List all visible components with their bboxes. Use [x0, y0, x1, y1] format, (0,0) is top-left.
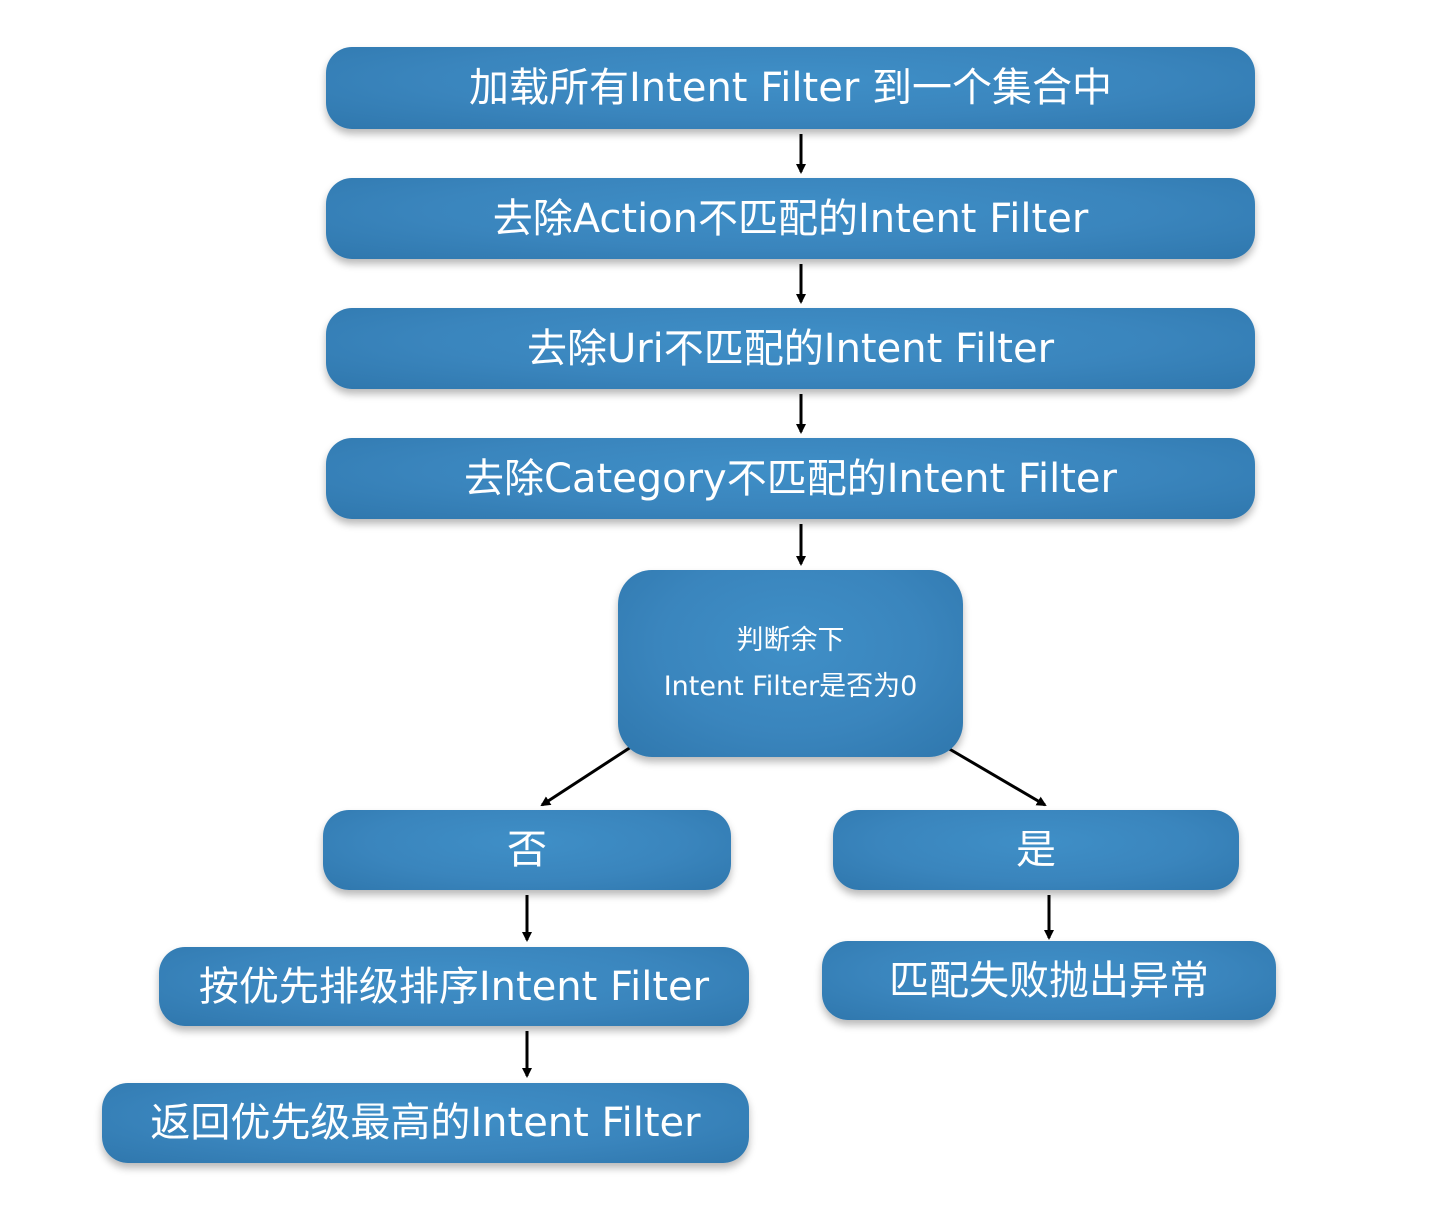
- node-decision-line1: 判断余下: [736, 624, 845, 656]
- node-branch-yes-label: 是: [1016, 827, 1056, 873]
- node-remove-category-mismatch: 去除Category不匹配的Intent Filter: [326, 438, 1255, 519]
- node-remove-action-mismatch: 去除Action不匹配的Intent Filter: [326, 178, 1255, 259]
- node-sort-by-priority: 按优先排级排序Intent Filter: [159, 947, 749, 1026]
- flowchart: 加载所有Intent Filter 到一个集合中 去除Action不匹配的Int…: [0, 0, 1448, 1220]
- edge-decision-to-no: [540, 745, 632, 807]
- node-decision-line2: Intent Filter是否为0: [663, 670, 918, 702]
- node-remove-action-mismatch-label: 去除Action不匹配的Intent Filter: [492, 195, 1089, 242]
- node-match-fail-throw: 匹配失败抛出异常: [822, 941, 1276, 1020]
- node-load-all-filters-label: 加载所有Intent Filter 到一个集合中: [469, 65, 1112, 111]
- edge-decision-to-yes: [945, 745, 1047, 807]
- node-branch-no-label: 否: [507, 827, 547, 873]
- node-branch-yes: 是: [833, 810, 1239, 890]
- node-return-highest-priority-label: 返回优先级最高的Intent Filter: [150, 1100, 701, 1146]
- node-match-fail-throw-label: 匹配失败抛出异常: [889, 957, 1209, 1004]
- node-decision-remaining-zero: 判断余下 Intent Filter是否为0: [618, 570, 963, 757]
- node-branch-no: 否: [323, 810, 731, 890]
- node-remove-category-mismatch-label: 去除Category不匹配的Intent Filter: [464, 455, 1117, 502]
- node-remove-uri-mismatch: 去除Uri不匹配的Intent Filter: [326, 308, 1255, 389]
- node-return-highest-priority: 返回优先级最高的Intent Filter: [102, 1083, 749, 1163]
- node-load-all-filters: 加载所有Intent Filter 到一个集合中: [326, 47, 1255, 129]
- node-sort-by-priority-label: 按优先排级排序Intent Filter: [198, 963, 710, 1010]
- node-remove-uri-mismatch-label: 去除Uri不匹配的Intent Filter: [526, 325, 1055, 372]
